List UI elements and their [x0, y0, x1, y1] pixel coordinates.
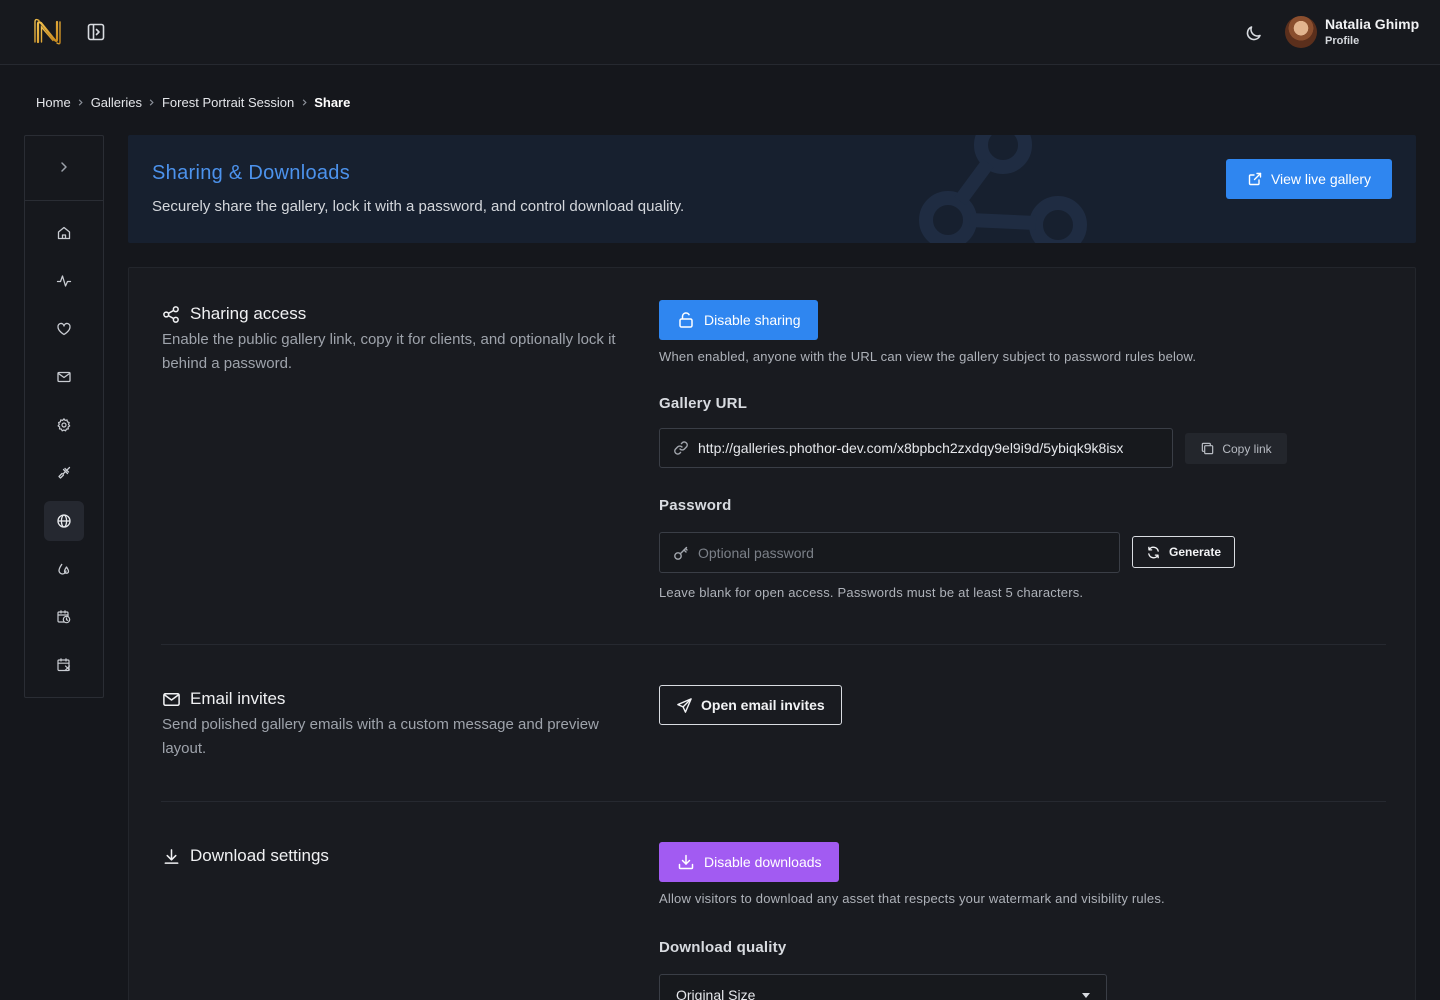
- sharing-access-description: Enable the public gallery link, copy it …: [162, 331, 616, 372]
- sharing-help-text: When enabled, anyone with the URL can vi…: [659, 349, 1197, 364]
- sidebar-item-schedule[interactable]: [44, 597, 84, 637]
- avatar[interactable]: [1285, 16, 1317, 48]
- moon-icon[interactable]: [1244, 23, 1264, 43]
- calendar-x-icon: [57, 658, 71, 672]
- heart-icon: [57, 322, 71, 336]
- caret-down-icon: [1082, 993, 1090, 998]
- globe-icon: [57, 514, 71, 528]
- mail-icon: [163, 692, 180, 706]
- mail-icon: [57, 371, 71, 383]
- copy-icon: [1202, 442, 1214, 455]
- password-help-text: Leave blank for open access. Passwords m…: [659, 585, 1084, 600]
- email-invites-title: Email invites: [190, 689, 286, 708]
- password-field[interactable]: [659, 532, 1120, 573]
- generate-label: Generate: [1168, 545, 1222, 559]
- gallery-url-label: Gallery URL: [659, 395, 748, 412]
- open-email-invites-button[interactable]: Open email invites: [659, 685, 842, 725]
- gear-icon: [57, 418, 71, 432]
- breadcrumb-gallery[interactable]: Forest Portrait Session: [162, 95, 294, 110]
- breadcrumb-home[interactable]: Home: [36, 95, 71, 110]
- send-icon: [677, 697, 692, 713]
- page-title: Sharing & Downloads: [152, 162, 351, 184]
- sidebar-toggle-icon[interactable]: [86, 22, 106, 42]
- sharing-access-heading: Sharing access: [162, 304, 306, 324]
- share-icon-decoration: [919, 135, 1087, 243]
- gallery-url-field[interactable]: http://galleries.phothor-dev.com/x8bpbch…: [659, 428, 1173, 468]
- download-icon: [678, 854, 694, 870]
- download-quality-select[interactable]: Original Size: [659, 974, 1107, 1000]
- chevron-right-icon: [294, 96, 314, 110]
- sidebar-item-share[interactable]: [44, 501, 84, 541]
- user-name[interactable]: Natalia Ghimp: [1325, 16, 1419, 32]
- sidebar-item-activity[interactable]: [44, 261, 84, 301]
- top-bar: Natalia Ghimp Profile: [0, 0, 1440, 65]
- unlock-icon: [679, 312, 693, 328]
- sidebar-item-favorites[interactable]: [44, 309, 84, 349]
- settings-card: Sharing access Enable the public gallery…: [128, 267, 1416, 1000]
- downloads-help-text: Allow visitors to download any asset tha…: [659, 891, 1165, 906]
- download-quality-value: Original Size: [676, 987, 756, 1000]
- copy-link-button[interactable]: Copy link: [1185, 433, 1287, 464]
- disable-downloads-button[interactable]: Disable downloads: [659, 842, 839, 882]
- refresh-icon: [1148, 546, 1159, 558]
- copy-link-label: Copy link: [1222, 441, 1272, 456]
- sidebar-item-drops[interactable]: [44, 549, 84, 589]
- gallery-url-value[interactable]: http://galleries.phothor-dev.com/x8bpbch…: [698, 440, 1123, 456]
- view-live-gallery-label: View live gallery: [1270, 171, 1372, 187]
- email-invites-description: Send polished gallery emails with a cust…: [162, 716, 599, 757]
- download-quality-label: Download quality: [659, 939, 787, 956]
- generate-password-button[interactable]: Generate: [1132, 536, 1235, 568]
- sidebar-item-mail[interactable]: [44, 357, 84, 397]
- chevron-right-icon[interactable]: [55, 158, 73, 176]
- download-icon: [164, 848, 179, 864]
- sidebar-item-expired[interactable]: [44, 645, 84, 685]
- disable-sharing-button[interactable]: Disable sharing: [659, 300, 818, 340]
- brush-icon: [58, 466, 71, 479]
- divider: [25, 200, 103, 201]
- app-logo[interactable]: [34, 18, 62, 46]
- chevron-right-icon: [142, 96, 162, 110]
- password-label: Password: [659, 497, 732, 514]
- page-subtitle: Securely share the gallery, lock it with…: [152, 198, 685, 215]
- download-settings-heading: Download settings: [162, 846, 329, 866]
- download-settings-title: Download settings: [190, 846, 329, 865]
- external-link-icon: [1248, 172, 1262, 186]
- user-profile-link[interactable]: Profile: [1325, 35, 1359, 47]
- breadcrumb-current: Share: [314, 95, 351, 110]
- view-live-gallery-button[interactable]: View live gallery: [1226, 159, 1392, 199]
- calendar-clock-icon: [57, 610, 71, 624]
- key-icon: [674, 546, 688, 560]
- chevron-right-icon: [71, 96, 91, 110]
- activity-icon: [56, 275, 72, 287]
- divider: [161, 801, 1386, 802]
- side-nav: [24, 135, 104, 698]
- home-icon: [57, 226, 71, 240]
- sharing-access-title: Sharing access: [190, 304, 307, 323]
- password-input[interactable]: [698, 544, 1098, 561]
- link-icon: [674, 441, 688, 455]
- disable-downloads-label: Disable downloads: [704, 854, 822, 870]
- sidebar-item-design[interactable]: [44, 453, 84, 493]
- sidebar-item-home[interactable]: [44, 213, 84, 253]
- disable-sharing-label: Disable sharing: [704, 312, 801, 328]
- open-email-invites-label: Open email invites: [701, 697, 825, 713]
- page-header-banner: Sharing & Downloads Securely share the g…: [128, 135, 1416, 243]
- sidebar-item-settings[interactable]: [44, 405, 84, 445]
- drops-icon: [58, 563, 70, 575]
- divider: [161, 644, 1386, 645]
- breadcrumb: Home Galleries Forest Portrait Session S…: [36, 95, 350, 110]
- share-icon: [163, 305, 179, 323]
- breadcrumb-galleries[interactable]: Galleries: [91, 95, 142, 110]
- email-invites-heading: Email invites: [162, 689, 285, 709]
